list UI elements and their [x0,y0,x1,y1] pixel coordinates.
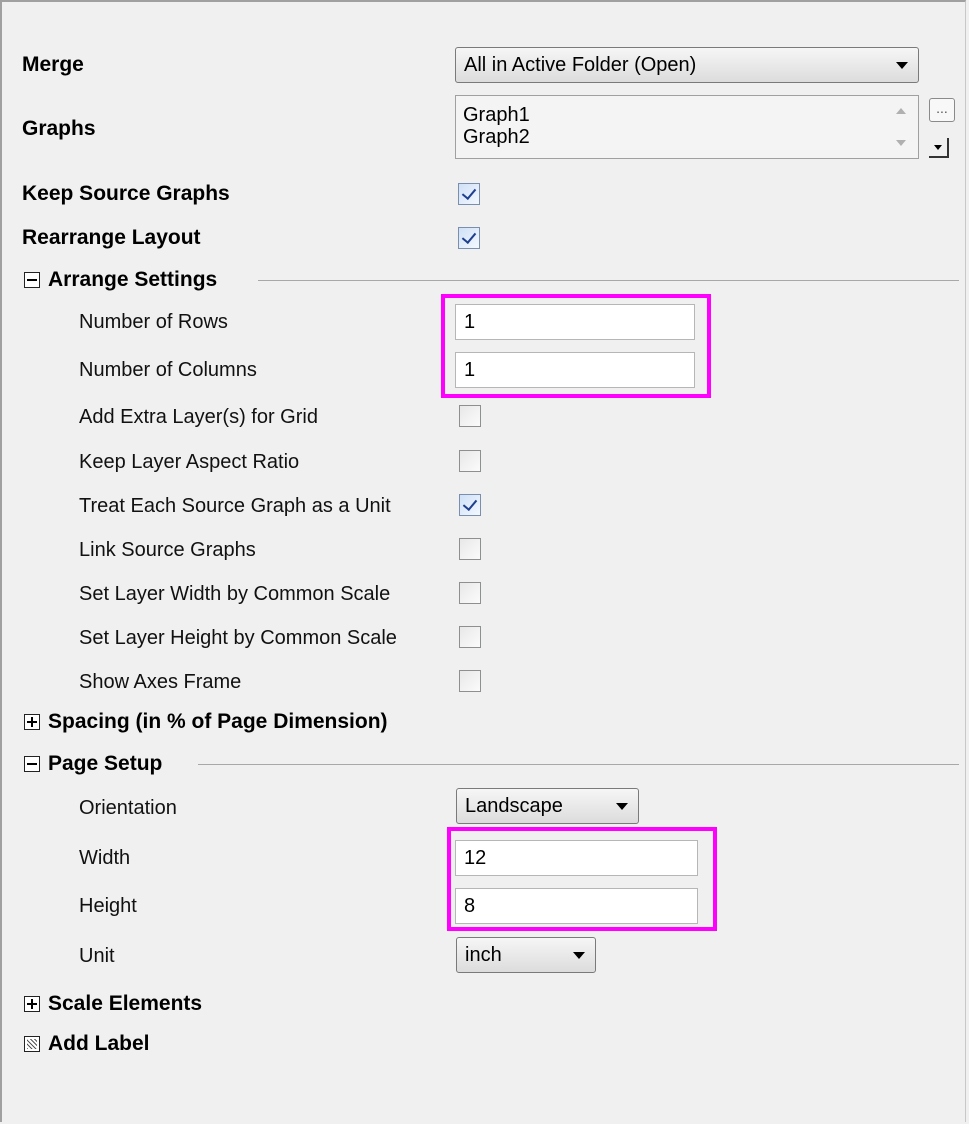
collapse-icon[interactable] [24,756,40,772]
highlight-box [447,827,717,931]
orientation-label: Orientation [79,797,177,819]
chevron-down-icon [573,952,585,959]
link-source-graphs-checkbox[interactable] [459,538,481,560]
keep-layer-aspect-ratio-label: Keep Layer Aspect Ratio [79,451,300,473]
unit-dropdown[interactable]: inch [456,937,596,973]
keep-source-graphs-label: Keep Source Graphs [22,182,230,205]
section-divider [258,280,959,281]
show-axes-frame-checkbox[interactable] [459,670,481,692]
chevron-down-icon [616,803,628,810]
number-of-rows-label: Number of Rows [79,311,228,333]
set-layer-width-label: Set Layer Width by Common Scale [79,583,391,605]
unit-label: Unit [79,945,115,967]
scroll-down-icon[interactable] [896,140,906,146]
scale-elements-title[interactable]: Scale Elements [48,992,202,1016]
graphs-dropdown-button[interactable] [929,138,949,158]
expand-icon[interactable] [24,996,40,1012]
merge-dropdown[interactable]: All in Active Folder (Open) [455,47,919,83]
unit-value: inch [465,944,502,966]
section-divider [198,764,959,765]
treat-source-graph-unit-checkbox[interactable] [459,494,481,516]
add-extra-layer-checkbox[interactable] [459,405,481,427]
number-of-columns-label: Number of Columns [79,359,257,381]
list-item[interactable]: Graph1 [463,104,530,126]
add-extra-layer-label: Add Extra Layer(s) for Grid [79,406,318,428]
list-item[interactable]: Graph2 [463,126,530,148]
browse-graphs-button[interactable]: ... [929,98,955,122]
page-setup-title[interactable]: Page Setup [48,752,162,776]
width-label: Width [79,847,131,869]
merge-label: Merge [22,53,84,76]
graphs-listbox[interactable]: Graph1 Graph2 [455,95,919,159]
height-label: Height [79,895,137,917]
graphs-label: Graphs [22,117,96,140]
treat-source-graph-unit-label: Treat Each Source Graph as a Unit [79,495,391,517]
highlight-box [441,294,711,398]
scroll-up-icon[interactable] [896,108,906,114]
set-layer-height-label: Set Layer Height by Common Scale [79,627,397,649]
arrange-settings-title[interactable]: Arrange Settings [48,268,217,292]
orientation-dropdown[interactable]: Landscape [456,788,639,824]
expand-icon[interactable] [24,714,40,730]
orientation-value: Landscape [465,795,563,817]
keep-source-graphs-checkbox[interactable] [458,183,480,205]
collapse-icon[interactable] [24,272,40,288]
merge-value: All in Active Folder (Open) [464,54,697,76]
show-axes-frame-label: Show Axes Frame [79,671,242,693]
link-source-graphs-label: Link Source Graphs [79,539,256,561]
set-layer-height-checkbox[interactable] [459,626,481,648]
set-layer-width-checkbox[interactable] [459,582,481,604]
chevron-down-icon [896,62,908,69]
rearrange-layout-checkbox[interactable] [458,227,480,249]
keep-layer-aspect-ratio-checkbox[interactable] [459,450,481,472]
add-label-title[interactable]: Add Label [48,1032,150,1056]
add-label-icon[interactable] [24,1036,40,1052]
spacing-title[interactable]: Spacing (in % of Page Dimension) [48,710,388,734]
rearrange-layout-label: Rearrange Layout [22,226,201,249]
